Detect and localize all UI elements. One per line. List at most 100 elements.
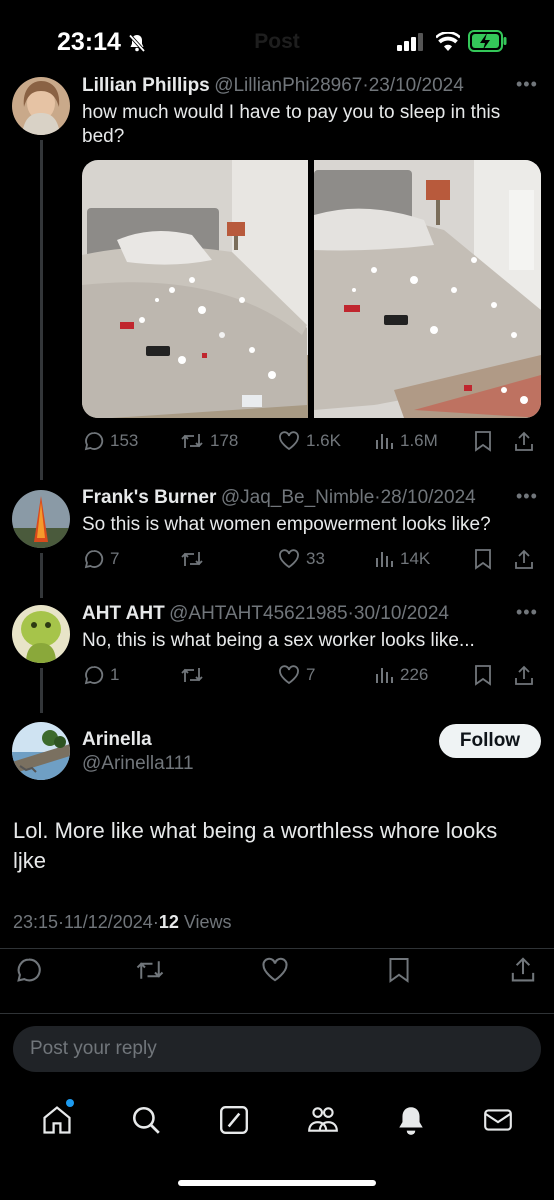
post-text: No, this is what being a sex worker look… <box>82 630 475 651</box>
view-count: 14K <box>400 549 431 568</box>
avatar[interactable] <box>12 722 70 780</box>
author-handle[interactable]: @Arinella111 <box>82 753 194 775</box>
share-button[interactable] <box>514 430 534 452</box>
heart-icon <box>279 431 299 451</box>
post-time: 23:15 <box>13 912 59 932</box>
heart-icon <box>262 957 288 982</box>
bed-photo-1[interactable] <box>82 160 308 418</box>
post-media[interactable] <box>82 160 541 418</box>
repost-icon <box>181 668 203 682</box>
post-actions: 7 33 14K <box>84 548 544 570</box>
post-actions: 153 178 1.6K 1.6M <box>84 430 544 452</box>
bookmark-button[interactable] <box>474 548 514 570</box>
post-header: AHT AHT @AHTAHT45621985·30/10/2024 <box>82 603 542 625</box>
author-name[interactable]: Lillian Phillips <box>82 75 210 96</box>
bookmark-icon <box>389 958 409 983</box>
views-icon <box>376 668 393 683</box>
views-button[interactable]: 14K <box>374 549 474 569</box>
view-count: 1.6M <box>400 431 438 450</box>
signal-icon <box>397 33 425 51</box>
like-button[interactable]: 33 <box>278 549 374 569</box>
communities-tab[interactable] <box>306 1104 340 1136</box>
search-icon <box>132 1106 160 1134</box>
author-name[interactable]: Frank's Burner <box>82 487 216 508</box>
author-handle[interactable]: @AHTAHT45621985 <box>169 603 347 624</box>
repost-button[interactable]: 178 <box>180 431 278 451</box>
wifi-icon <box>436 32 460 51</box>
reply-button[interactable]: 7 <box>84 549 180 569</box>
like-button[interactable] <box>261 957 289 983</box>
post-actions: 1 7 226 <box>84 664 544 686</box>
author-handle[interactable]: @LillianPhi28967 <box>214 75 362 96</box>
repost-count: 178 <box>210 431 239 450</box>
messages-tab[interactable] <box>482 1105 514 1135</box>
thread-line <box>40 140 43 480</box>
repost-icon <box>181 434 203 448</box>
avatar[interactable] <box>12 605 70 663</box>
reply-icon <box>17 958 41 982</box>
bed-photo-2[interactable] <box>314 160 541 418</box>
post-meta: 23:15·11/12/2024·12 Views <box>13 912 232 933</box>
more-icon[interactable]: ••• <box>516 486 538 507</box>
bookmark-button[interactable] <box>388 956 410 984</box>
home-icon <box>43 1106 71 1134</box>
avatar[interactable] <box>12 77 70 135</box>
like-count: 7 <box>306 665 316 684</box>
heart-icon <box>279 665 299 685</box>
views-icon <box>376 434 393 449</box>
views-icon <box>376 552 393 567</box>
author-name[interactable]: AHT AHT <box>82 603 165 624</box>
more-icon[interactable]: ••• <box>516 74 538 95</box>
view-count: 226 <box>400 665 429 684</box>
reply-button[interactable]: 153 <box>84 431 180 451</box>
share-icon <box>515 431 533 451</box>
notification-dot <box>66 1099 74 1107</box>
bookmark-icon <box>475 549 491 570</box>
search-tab[interactable] <box>130 1104 162 1136</box>
follow-button[interactable]: Follow <box>439 724 541 758</box>
share-button[interactable] <box>514 548 534 570</box>
avatar[interactable] <box>12 490 70 548</box>
reply-count: 1 <box>110 665 120 684</box>
share-button[interactable] <box>514 664 534 686</box>
views-label[interactable]: Views <box>184 912 232 932</box>
share-button[interactable] <box>510 955 536 983</box>
views-button[interactable]: 226 <box>374 665 474 685</box>
reply-count: 153 <box>110 431 139 450</box>
post-text: how much would I have to pay you to slee… <box>82 102 501 147</box>
post-date: 23/10/2024 <box>368 75 464 96</box>
grok-icon <box>220 1106 248 1134</box>
bookmark-icon <box>475 665 491 686</box>
share-icon <box>515 549 533 569</box>
reply-icon <box>84 550 104 569</box>
main-post-text: Lol. More like what being a worthless wh… <box>13 818 498 873</box>
author-name[interactable]: Arinella <box>82 729 152 751</box>
bookmark-button[interactable] <box>474 430 514 452</box>
views-button[interactable]: 1.6M <box>374 431 474 451</box>
like-button[interactable]: 1.6K <box>278 431 374 451</box>
divider <box>0 1013 554 1014</box>
home-tab[interactable] <box>40 1099 74 1137</box>
like-button[interactable]: 7 <box>278 665 374 685</box>
bookmark-button[interactable] <box>474 664 514 686</box>
reply-count: 7 <box>110 549 120 568</box>
views-count: 12 <box>158 912 179 932</box>
post-date: 30/10/2024 <box>353 603 449 624</box>
more-icon[interactable]: ••• <box>516 602 538 623</box>
notifications-tab[interactable] <box>396 1104 426 1136</box>
reply-button[interactable]: 1 <box>84 665 180 685</box>
repost-button[interactable] <box>135 957 165 983</box>
reply-icon <box>84 666 104 685</box>
repost-icon <box>181 552 203 566</box>
post-header: Lillian Phillips @LillianPhi28967·23/10/… <box>82 75 542 97</box>
reply-input[interactable]: Post your reply <box>13 1026 541 1072</box>
repost-button[interactable] <box>180 665 278 685</box>
reply-icon <box>84 432 104 451</box>
share-icon <box>515 665 533 685</box>
reply-button[interactable] <box>16 957 42 983</box>
author-handle[interactable]: @Jaq_Be_Nimble <box>221 487 374 508</box>
repost-icon <box>136 961 164 979</box>
repost-button[interactable] <box>180 549 278 569</box>
share-icon <box>511 957 535 982</box>
grok-tab[interactable] <box>218 1104 250 1136</box>
